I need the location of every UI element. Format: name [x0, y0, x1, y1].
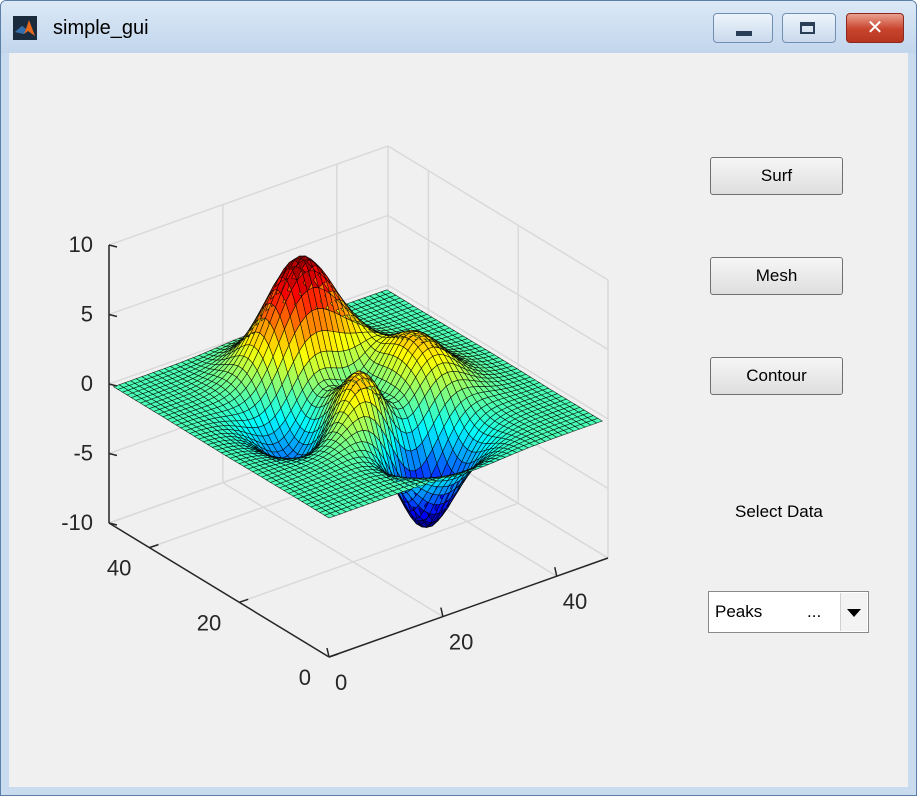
contour-button[interactable]: Contour: [710, 357, 843, 395]
surface-plot[interactable]: 10 5 0 -5 -10 0 20 40 0 20 40: [1, 1, 917, 796]
z-tick-mark: [108, 244, 118, 248]
y-tick-label: 20: [197, 610, 221, 635]
figure-area: 10 5 0 -5 -10 0 20 40 0 20 40 Surf Mesh Contour Se…: [9, 53, 908, 787]
y-axis-line: [108, 522, 330, 658]
select-data-label: Select Data: [735, 502, 823, 521]
select-value: Peaks: [715, 602, 763, 621]
app-window: simple_gui ✕ 10 5 0 -5 -10 0 20 40 0 20 40 Surf Me…: [0, 0, 917, 796]
surface-mesh: [112, 255, 604, 529]
select-ellipsis: ...: [807, 602, 822, 621]
grid-line: [387, 145, 609, 281]
y-tick-label: 0: [299, 665, 311, 690]
y-tick-label: 40: [107, 556, 131, 581]
x-tick-label: 20: [449, 630, 473, 655]
z-tick-mark: [108, 522, 118, 526]
surf-button[interactable]: Surf: [710, 157, 843, 195]
z-tick-label: -5: [73, 441, 93, 466]
z-tick-mark: [108, 383, 118, 387]
dropdown-arrow-icon[interactable]: [840, 593, 867, 631]
z-tick-mark: [108, 452, 118, 457]
data-select[interactable]: Peaks ...: [708, 591, 869, 633]
y-tick-mark: [328, 653, 339, 658]
mesh-button[interactable]: Mesh: [710, 257, 843, 295]
z-tick-label: 5: [81, 302, 93, 327]
z-tick-label: 0: [81, 371, 93, 396]
y-tick-mark: [238, 598, 249, 604]
x-tick-label: 0: [335, 670, 347, 695]
y-tick-mark: [149, 543, 159, 549]
x-tick-label: 40: [563, 589, 587, 614]
z-tick-label: 10: [69, 232, 93, 257]
z-tick-mark: [108, 313, 118, 318]
z-tick-label: -10: [61, 510, 93, 535]
